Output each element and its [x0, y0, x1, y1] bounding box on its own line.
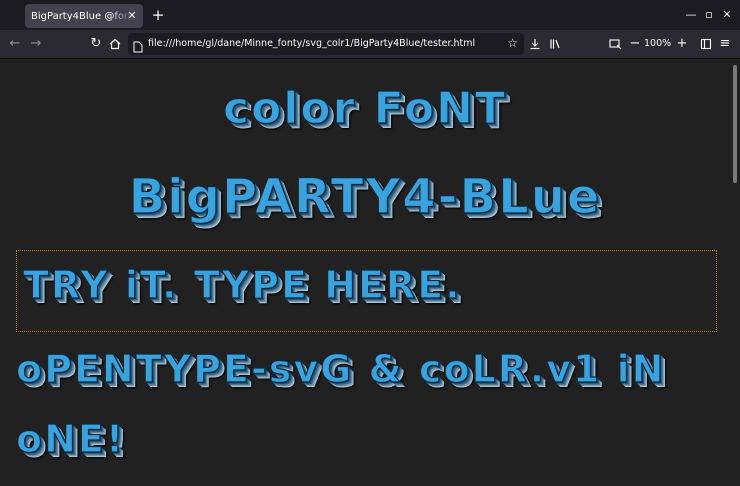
- paragraph-line-2: oNE!: [15, 416, 126, 461]
- close-icon[interactable]: ✕: [125, 9, 139, 23]
- reload-icon[interactable]: ↻: [87, 35, 105, 53]
- screenshot-icon[interactable]: [606, 35, 624, 53]
- zoom-in-icon[interactable]: +: [673, 35, 691, 53]
- vertical-scrollbar[interactable]: [730, 59, 740, 486]
- paragraph-line-1: oPENTYPE-svG & coLR.v1 iN: [15, 346, 666, 391]
- star-icon[interactable]: ☆: [507, 36, 518, 50]
- tester-text[interactable]: TRY iT. TYPE HERE.: [22, 262, 462, 307]
- tester-input-area[interactable]: TRY iT. TYPE HERE.: [16, 250, 717, 332]
- library-icon[interactable]: [546, 35, 564, 53]
- page-content: color FoNT BigPARTY4-BLue TRY iT. TYPE H…: [0, 59, 730, 486]
- minimize-icon[interactable]: —: [684, 8, 698, 22]
- arrow-left-icon[interactable]: ←: [6, 35, 24, 53]
- scrollbar-thumb[interactable]: [733, 65, 737, 183]
- page-heading-2: BigPARTY4-BLue: [128, 168, 602, 225]
- zoom-level[interactable]: 100%: [644, 35, 671, 53]
- url-text: file:///home/gl/dane/Minne_fonty/svg_col…: [148, 38, 476, 49]
- nav-toolbar: ← → ↻ file:///home/gl/dane/Minne_fonty/s…: [0, 30, 740, 59]
- home-icon[interactable]: [106, 35, 124, 53]
- tab-strip: BigParty4Blue @font-face tester ✕ + — ▫ …: [0, 0, 740, 30]
- sidebar-icon[interactable]: [697, 35, 715, 53]
- plus-icon[interactable]: +: [149, 6, 167, 24]
- arrow-right-icon[interactable]: →: [27, 35, 45, 53]
- zoom-out-icon[interactable]: −: [626, 35, 644, 53]
- menu-icon[interactable]: ≡: [716, 35, 734, 53]
- tab-title: BigParty4Blue @font-face tester: [31, 10, 131, 22]
- page-icon: [133, 38, 143, 57]
- window-close-icon[interactable]: ✕: [720, 8, 734, 22]
- download-icon[interactable]: [526, 35, 544, 53]
- tab-active[interactable]: BigParty4Blue @font-face tester ✕: [25, 4, 143, 28]
- page-heading-1: color FoNT: [222, 82, 507, 134]
- maximize-icon[interactable]: ▫: [702, 8, 716, 22]
- url-bar[interactable]: file:///home/gl/dane/Minne_fonty/svg_col…: [128, 33, 524, 55]
